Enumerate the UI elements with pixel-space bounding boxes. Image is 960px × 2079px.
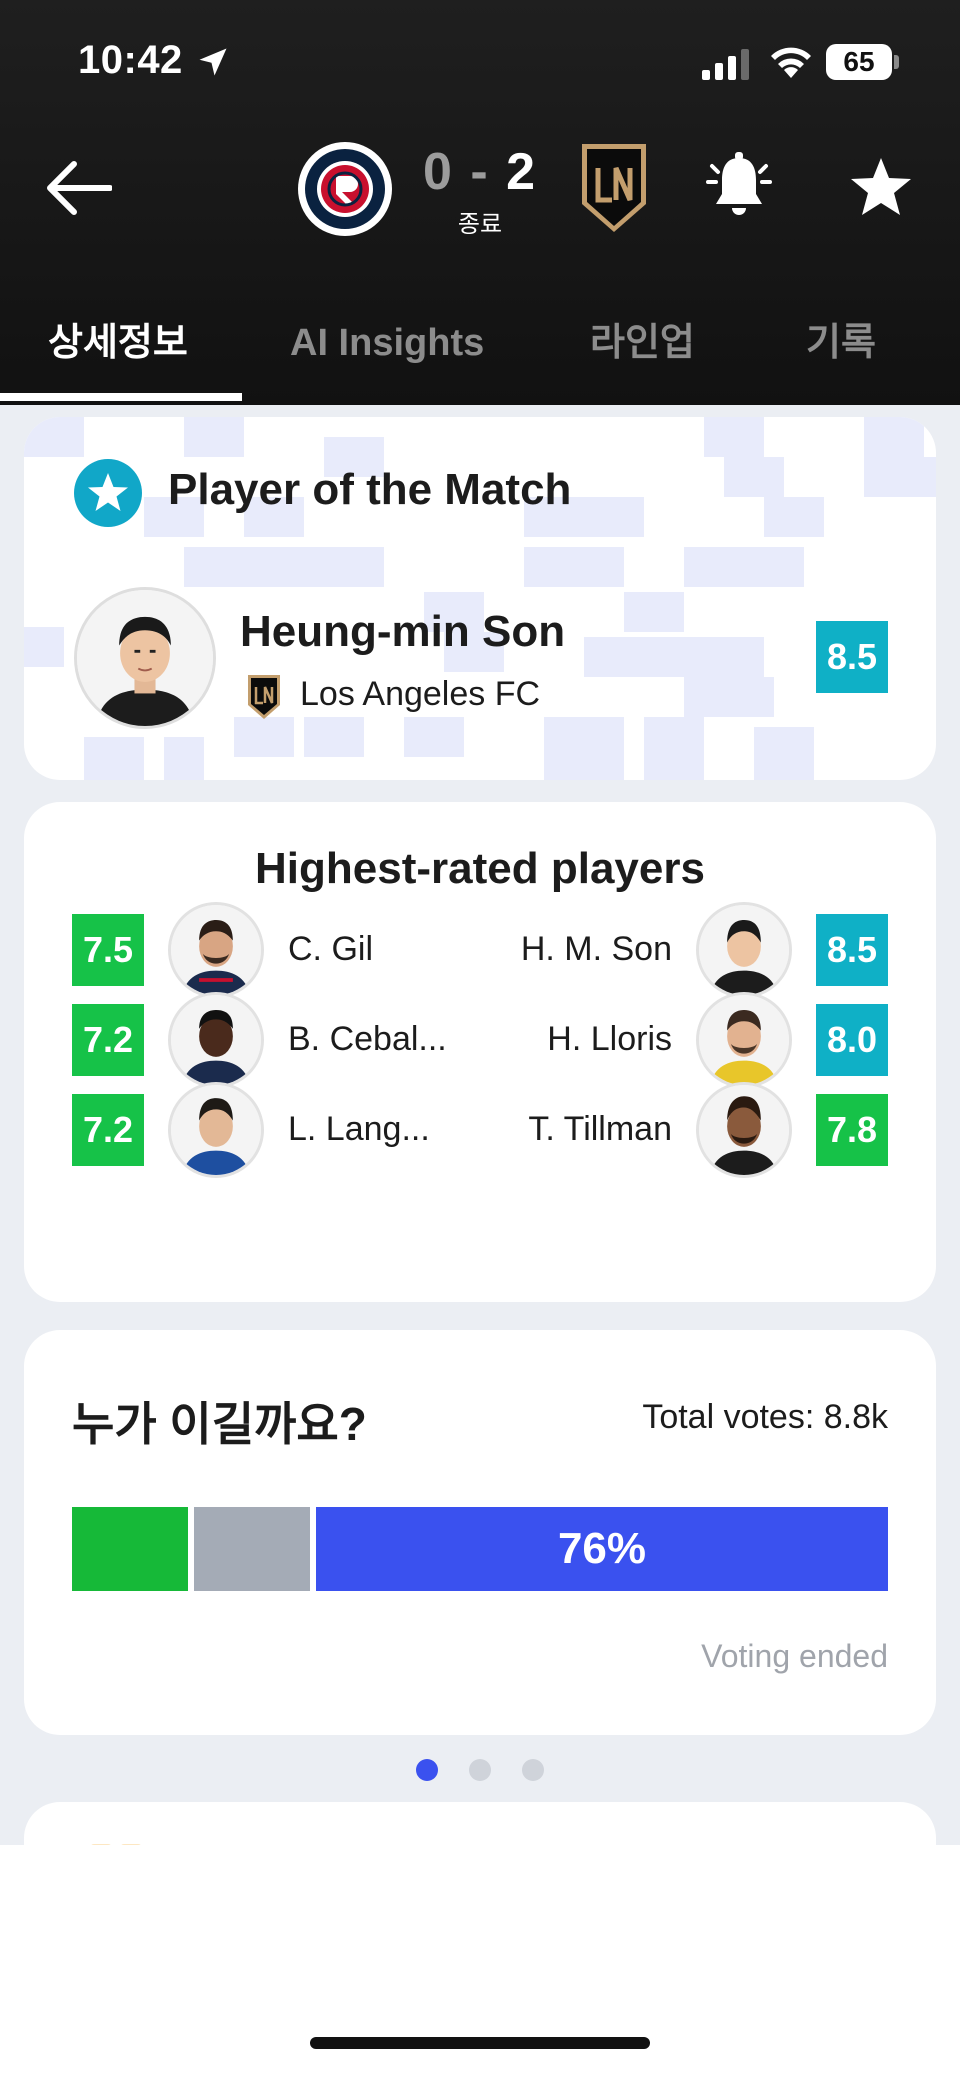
- potm-rating-badge: 8.5: [816, 621, 888, 693]
- home-player-name[interactable]: C. Gil: [288, 930, 373, 969]
- signal-icon: [702, 49, 749, 80]
- next-card-icon: [91, 1844, 141, 1845]
- player-of-the-match-card[interactable]: Player of the Match Heung-min Son Los An…: [24, 417, 936, 780]
- away-player-avatar[interactable]: [696, 1082, 792, 1178]
- star-favorite-icon[interactable]: [848, 156, 914, 218]
- away-score: 2: [506, 143, 538, 201]
- home-score: 0: [422, 143, 454, 201]
- next-card-peek: [24, 1802, 936, 1845]
- match-prediction-card: 누가 이길까요? Total votes: 8.8k 76% Voting en…: [24, 1330, 936, 1735]
- away-player-avatar[interactable]: [696, 992, 792, 1088]
- player-row: 7.2 B. Cebal... H. Lloris 8.0: [24, 990, 936, 1090]
- home-win-vote-bar: [72, 1507, 188, 1591]
- player-row: 7.5 C. Gil H. M. Son 8.5: [24, 900, 936, 1000]
- status-bar: 10:42 65: [0, 0, 960, 120]
- tab-lineup[interactable]: 라인업: [590, 308, 695, 378]
- home-player-avatar[interactable]: [168, 992, 264, 1088]
- total-votes: Total votes: 8.8k: [642, 1398, 888, 1436]
- voting-status: Voting ended: [701, 1638, 888, 1674]
- away-player-name[interactable]: H. M. Son: [521, 930, 672, 969]
- match-score: 0 - 2: [420, 142, 540, 202]
- battery-nub: [894, 55, 899, 69]
- potm-player-avatar[interactable]: [74, 587, 216, 729]
- carousel-pagination: [0, 1757, 960, 1787]
- battery-icon: 65: [826, 44, 892, 80]
- player-row: 7.2 L. Lang... T. Tillman 7.8: [24, 1080, 936, 1180]
- back-arrow-icon[interactable]: [44, 160, 112, 216]
- bell-icon[interactable]: [706, 152, 772, 222]
- home-player-name[interactable]: B. Cebal...: [288, 1020, 447, 1059]
- highest-rated-players-card: Highest-rated players 7.5 C. Gil H. M. S…: [24, 802, 936, 1302]
- potm-title: Player of the Match: [168, 465, 572, 514]
- home-player-rating: 7.2: [72, 1004, 144, 1076]
- tab-bar: 상세정보 AI Insights 라인업 기록: [0, 300, 960, 405]
- location-arrow-icon: [199, 48, 227, 76]
- score-separator: -: [470, 143, 490, 201]
- draw-vote-bar: [194, 1507, 310, 1591]
- prediction-title: 누가 이길까요?: [72, 1398, 367, 1450]
- away-player-name[interactable]: H. Lloris: [547, 1020, 672, 1059]
- match-header: 10:42 65 0 - 2 종료 상세정보 AI Insights 라인업 기…: [0, 0, 960, 405]
- home-indicator: [310, 2037, 650, 2049]
- home-player-rating: 7.2: [72, 1094, 144, 1166]
- new-england-revolution-logo[interactable]: [298, 142, 392, 236]
- potm-team-name: Los Angeles FC: [300, 675, 541, 713]
- home-player-avatar[interactable]: [168, 1082, 264, 1178]
- potm-player-name[interactable]: Heung-min Son: [240, 607, 565, 657]
- details-content: Player of the Match Heung-min Son Los An…: [0, 405, 960, 1845]
- away-player-avatar[interactable]: [696, 902, 792, 998]
- los-angeles-fc-logo[interactable]: [578, 140, 650, 236]
- highest-rated-title: Highest-rated players: [255, 844, 705, 893]
- away-win-vote-bar: 76%: [316, 1507, 888, 1591]
- pagination-dot-1[interactable]: [416, 1759, 438, 1781]
- home-player-rating: 7.5: [72, 914, 144, 986]
- pagination-dot-3[interactable]: [522, 1759, 544, 1781]
- tab-details[interactable]: 상세정보: [48, 308, 188, 378]
- away-player-name[interactable]: T. Tillman: [528, 1110, 672, 1149]
- lafc-team-icon: [248, 675, 280, 719]
- home-player-name[interactable]: L. Lang...: [288, 1110, 430, 1149]
- active-tab-indicator: [0, 393, 242, 401]
- away-player-rating: 8.0: [816, 1004, 888, 1076]
- tab-stats[interactable]: 기록: [806, 308, 876, 378]
- potm-star-icon: [74, 459, 142, 527]
- match-status: 종료: [457, 211, 503, 238]
- tab-ai-insights[interactable]: AI Insights: [290, 308, 484, 378]
- home-player-avatar[interactable]: [168, 902, 264, 998]
- wifi-icon: [771, 47, 811, 78]
- away-player-rating: 7.8: [816, 1094, 888, 1166]
- pagination-dot-2[interactable]: [469, 1759, 491, 1781]
- status-time: 10:42: [78, 38, 183, 82]
- away-player-rating: 8.5: [816, 914, 888, 986]
